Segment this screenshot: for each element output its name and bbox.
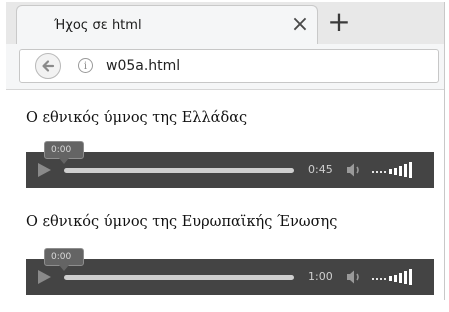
tab-active[interactable]: Ήχος σε html × xyxy=(16,5,318,44)
progress-bar[interactable] xyxy=(64,275,294,280)
section-heading: Ο εθνικός ύμνος της Ευρωπαϊκής Ένωσης xyxy=(26,214,338,230)
close-tab-icon[interactable]: × xyxy=(287,12,313,38)
play-icon[interactable] xyxy=(36,269,52,285)
current-time-tooltip: 0:00 xyxy=(44,141,84,164)
new-tab-icon[interactable]: + xyxy=(324,7,354,37)
volume-slider-icon[interactable] xyxy=(372,161,422,179)
back-button[interactable] xyxy=(35,53,61,79)
back-arrow-icon xyxy=(42,60,55,72)
speaker-icon[interactable] xyxy=(346,269,364,285)
browser-window: Ήχος σε html × + i w05a.html Ο εθνικός ύ… xyxy=(6,2,445,300)
audio-player: 0:00 0:45 xyxy=(26,141,434,188)
duration-label: 1:00 xyxy=(308,270,333,283)
page-content: Ο εθνικός ύμνος της Ελλάδας 0:00 0:45 Ο … xyxy=(6,90,444,300)
section-heading: Ο εθνικός ύμνος της Ελλάδας xyxy=(26,110,248,126)
current-time-tooltip: 0:00 xyxy=(44,248,84,271)
tab-bar: Ήχος σε html × + xyxy=(6,2,444,44)
speaker-icon[interactable] xyxy=(346,162,364,178)
volume-slider-icon[interactable] xyxy=(372,268,422,286)
navigation-bar: i w05a.html xyxy=(6,44,444,90)
duration-label: 0:45 xyxy=(308,163,333,176)
play-icon[interactable] xyxy=(36,162,52,178)
progress-bar[interactable] xyxy=(64,168,294,173)
url-text[interactable]: w05a.html xyxy=(106,58,180,74)
info-icon[interactable]: i xyxy=(78,58,93,73)
address-bar[interactable]: i w05a.html xyxy=(19,49,439,83)
tab-title: Ήχος σε html xyxy=(54,18,142,33)
audio-player: 0:00 1:00 xyxy=(26,248,434,295)
